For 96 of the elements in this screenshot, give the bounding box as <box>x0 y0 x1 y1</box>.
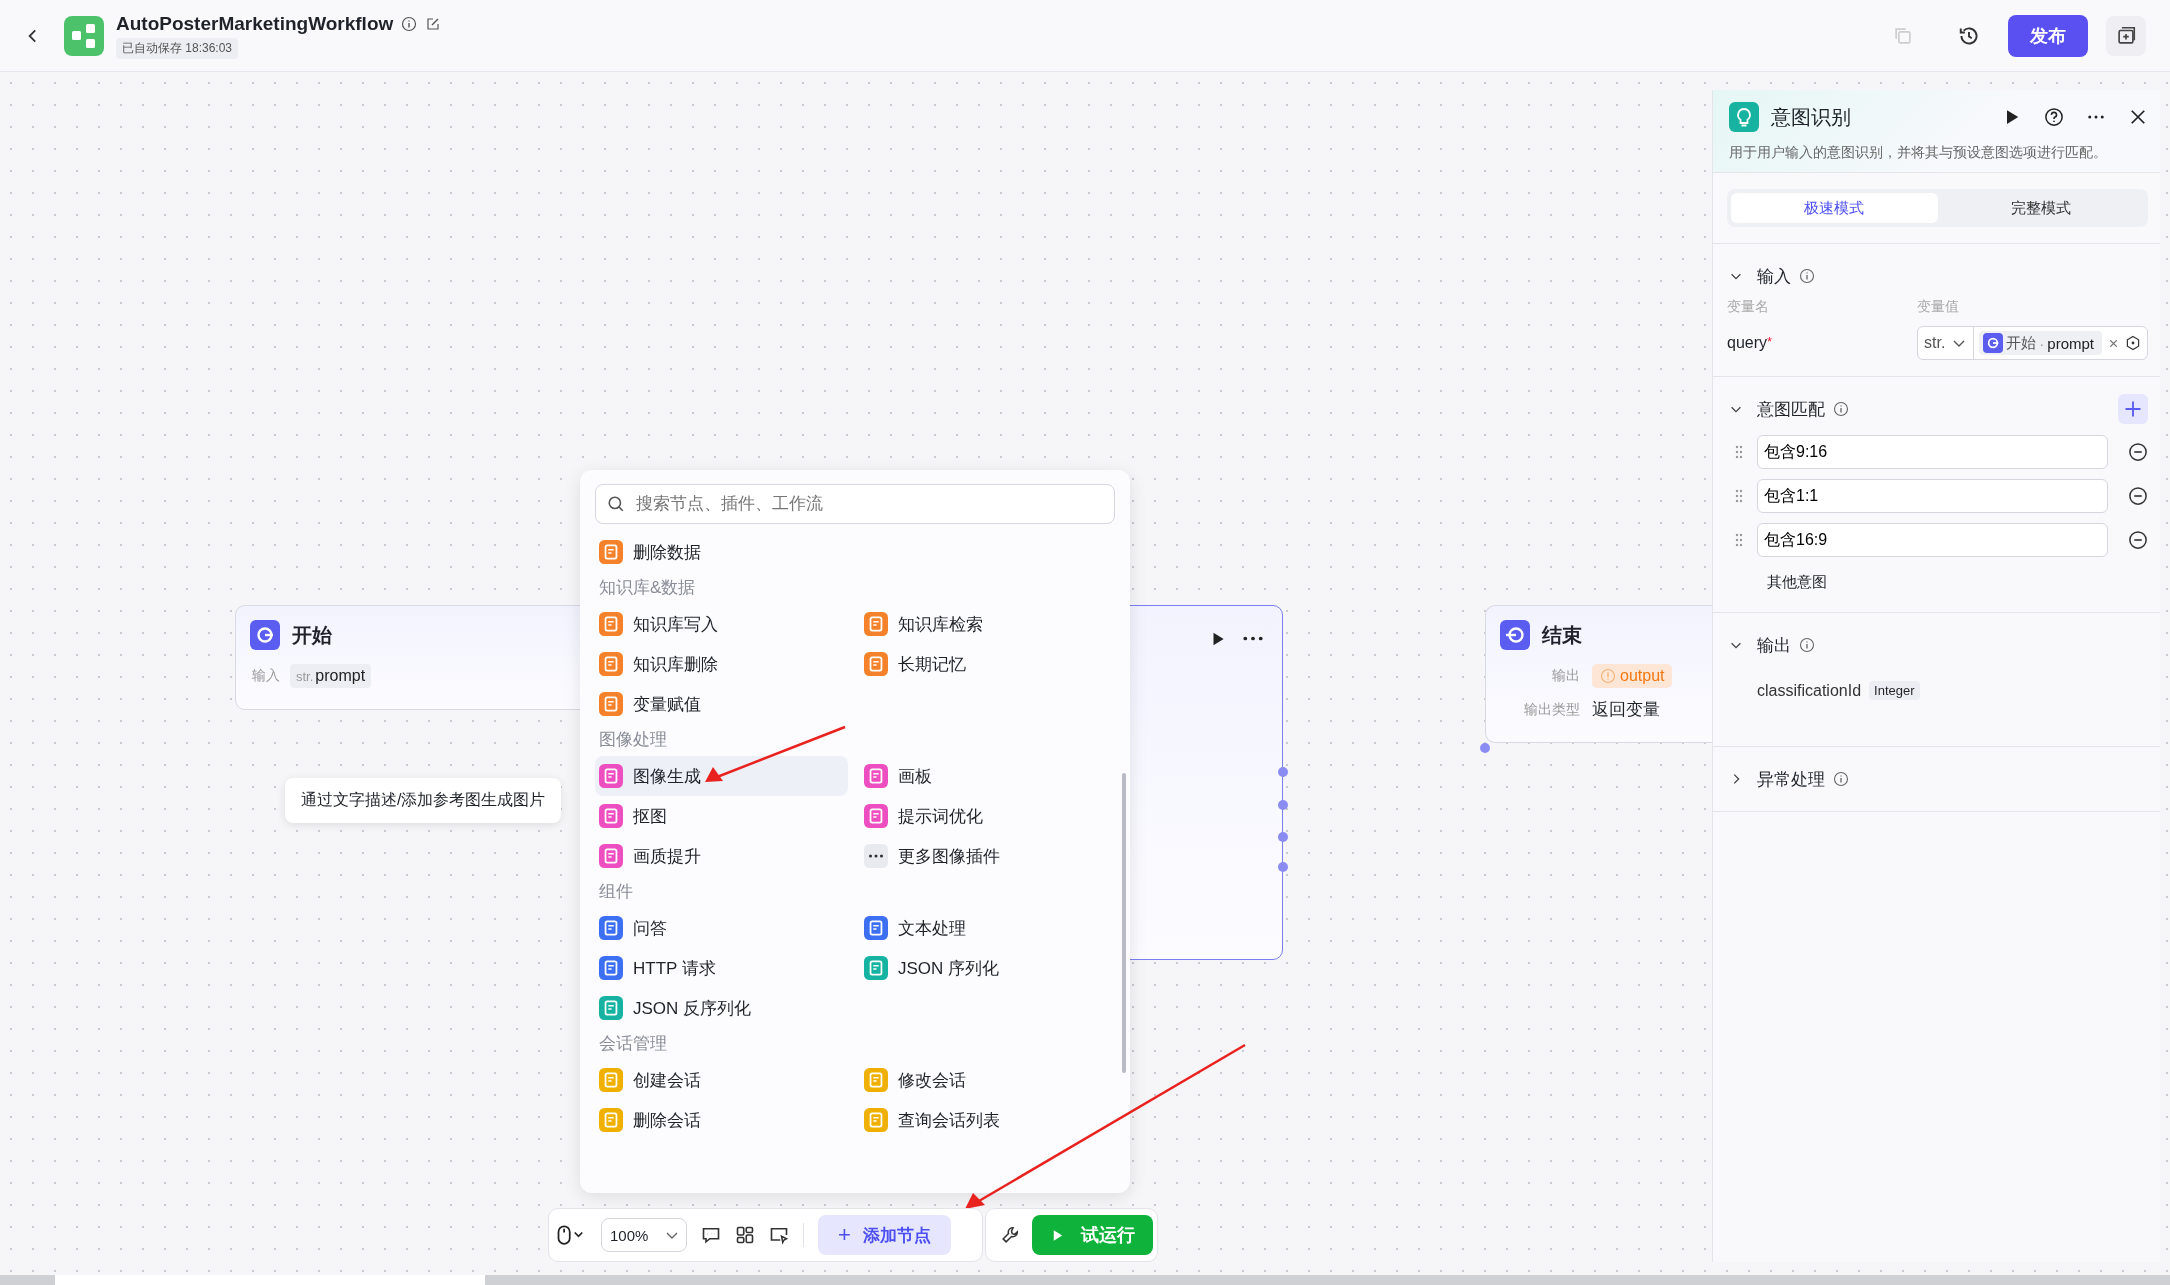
comment-icon[interactable] <box>701 1225 721 1245</box>
output-port[interactable] <box>1278 767 1288 777</box>
output-port[interactable] <box>1278 832 1288 842</box>
wrench-icon[interactable] <box>1000 1225 1020 1245</box>
output-warning-tag: output <box>1592 664 1673 688</box>
intent-input[interactable]: 包含1:1 <box>1757 479 2108 513</box>
remove-icon[interactable] <box>2128 486 2148 506</box>
menu-item[interactable]: 问答 <box>595 908 848 948</box>
variable-picker-icon[interactable] <box>2125 335 2141 351</box>
section-title: 意图匹配 <box>1757 398 1825 421</box>
intent-input[interactable]: 包含16:9 <box>1757 523 2108 557</box>
output-port[interactable] <box>1278 862 1288 872</box>
menu-item[interactable]: 长期记忆 <box>860 644 1098 684</box>
menu-item[interactable]: 删除会话 <box>595 1100 848 1140</box>
zoom-select[interactable]: 100% <box>601 1218 687 1252</box>
field-label: 输入 <box>252 667 280 685</box>
mode-tab[interactable]: 极速模式 <box>1731 193 1938 223</box>
menu-item[interactable]: JSON 序列化 <box>860 948 1098 988</box>
info-icon[interactable] <box>401 15 418 32</box>
info-icon[interactable] <box>1833 771 1849 787</box>
more-icon[interactable] <box>1242 635 1264 642</box>
edit-icon[interactable] <box>425 15 442 32</box>
info-icon[interactable] <box>1799 268 1815 284</box>
group-title: 图像处理 <box>598 729 667 751</box>
menu-item[interactable]: 知识库检索 <box>860 604 1098 644</box>
minimap-icon[interactable] <box>769 1225 789 1245</box>
help-icon[interactable] <box>2044 107 2064 127</box>
section-title: 输出 <box>1757 634 1791 657</box>
column-header: 变量值 <box>1917 298 1960 316</box>
group-title: 组件 <box>598 881 633 903</box>
column-header: 变量名 <box>1727 298 1770 316</box>
input-port[interactable] <box>1480 743 1490 753</box>
drag-handle-icon[interactable] <box>1735 489 1743 503</box>
menu-item[interactable]: 查询会话列表 <box>860 1100 1098 1140</box>
end-node-icon <box>1500 620 1530 650</box>
menu-item[interactable]: 创建会话 <box>595 1060 848 1100</box>
drag-handle-icon[interactable] <box>1735 533 1743 547</box>
field-label: 输出类型 <box>1524 700 1580 719</box>
section-title: 异常处理 <box>1757 768 1825 791</box>
section-title: 输入 <box>1757 265 1791 288</box>
remove-icon[interactable] <box>2128 530 2148 550</box>
end-node[interactable]: 结束 输出 output 输出类型 返回变量 <box>1485 605 1712 743</box>
add-panel-icon <box>2115 24 2137 47</box>
drag-handle-icon[interactable] <box>1735 445 1743 459</box>
add-panel-button[interactable] <box>2106 15 2146 56</box>
layout-grid-icon[interactable] <box>735 1225 755 1245</box>
menu-item[interactable]: 画板 <box>860 756 1098 796</box>
remove-icon[interactable] <box>2128 442 2148 462</box>
lightbulb-icon <box>1729 102 1759 132</box>
menu-item[interactable]: 图像生成 <box>595 756 848 796</box>
menu-item[interactable]: HTTP 请求 <box>595 948 848 988</box>
start-node-icon <box>1983 333 2004 353</box>
panel-title: 意图识别 <box>1771 104 1851 130</box>
type-select[interactable]: str. <box>1918 327 1975 359</box>
app-logo-icon <box>64 15 104 56</box>
output-name: classificationId <box>1757 681 1862 700</box>
menu-item[interactable]: JSON 反序列化 <box>595 988 848 1028</box>
autosave-badge: 已自动保存 18:36:03 <box>116 37 239 59</box>
reference-chip: 开始 · prompt <box>1979 331 2102 355</box>
add-intent-button[interactable] <box>2118 394 2148 424</box>
search-field[interactable]: 搜索节点、插件、工作流 <box>595 484 1115 524</box>
mode-tab[interactable]: 完整模式 <box>1937 193 2144 223</box>
variable-reference-field[interactable]: str. 开始 · prompt <box>1917 326 2148 360</box>
info-icon[interactable] <box>1833 401 1849 417</box>
field-value: 返回变量 <box>1592 699 1660 721</box>
output-port[interactable] <box>1278 800 1288 810</box>
type-tag: Integer <box>1869 681 1920 700</box>
close-icon[interactable] <box>2128 107 2148 127</box>
variable-tag: str.prompt <box>290 664 372 688</box>
menu-item[interactable]: 提示词优化 <box>860 796 1098 836</box>
intent-input[interactable]: 包含9:16 <box>1757 435 2108 469</box>
plus-icon <box>2123 399 2143 419</box>
field-label: 输出 <box>1552 667 1580 685</box>
menu-item[interactable]: 删除数据 <box>595 532 848 572</box>
warning-icon <box>1600 668 1616 684</box>
tooltip: 通过文字描述/添加参考图生成图片 <box>285 778 562 823</box>
start-node-icon <box>250 620 280 650</box>
menu-item[interactable]: 修改会话 <box>860 1060 1098 1100</box>
add-node-button[interactable]: + 添加节点 <box>818 1215 951 1255</box>
panel-description: 用于用户输入的意图识别，并将其与预设意图选项进行匹配。 <box>1729 144 2108 162</box>
other-intent-label: 其他意图 <box>1767 573 1828 592</box>
variable-name: query* <box>1727 334 1774 352</box>
menu-item[interactable]: 更多图像插件 <box>860 836 1098 876</box>
scrollbar[interactable] <box>1122 773 1126 1073</box>
publish-button[interactable]: 发布 <box>2008 14 2088 57</box>
search-icon <box>607 495 625 513</box>
group-title: 知识库&数据 <box>598 577 696 599</box>
menu-item[interactable]: 文本处理 <box>860 908 1098 948</box>
menu-item[interactable]: 画质提升 <box>595 836 848 876</box>
node-title: 结束 <box>1542 622 1582 648</box>
info-icon[interactable] <box>1799 637 1815 653</box>
node-title: 开始 <box>292 622 332 648</box>
history-icon[interactable] <box>1958 24 1980 47</box>
menu-item[interactable]: 抠图 <box>595 796 848 836</box>
workflow-title: AutoPosterMarketingWorkflow <box>116 12 394 35</box>
group-title: 会话管理 <box>598 1033 667 1055</box>
